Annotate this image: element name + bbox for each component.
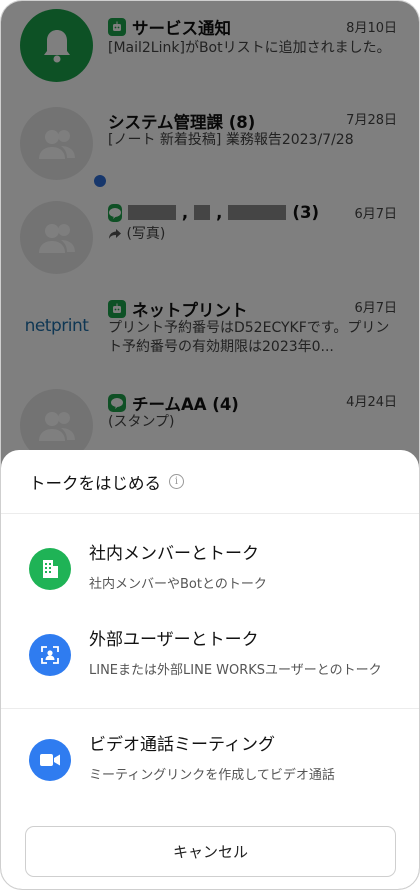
option-title: 外部ユーザーとトーク	[89, 630, 259, 650]
video-camera-icon	[29, 739, 71, 781]
start-talk-sheet: トークをはじめる i 社内メンバーとトーク 社内メンバーやBotとのトーク 外部…	[1, 450, 419, 889]
sheet-title: トークをはじめる	[29, 473, 161, 493]
building-icon	[29, 548, 71, 590]
option-internal-talk[interactable]: 社内メンバーとトーク 社内メンバーやBotとのトーク	[1, 518, 419, 604]
option-title: ビデオ通話ミーティング	[89, 735, 275, 755]
info-icon[interactable]: i	[169, 474, 184, 489]
option-title: 社内メンバーとトーク	[89, 544, 259, 564]
cancel-button[interactable]: キャンセル	[25, 826, 396, 877]
option-video-meeting[interactable]: ビデオ通話ミーティング ミーティングリンクを作成してビデオ通話	[1, 709, 419, 795]
option-external-talk[interactable]: 外部ユーザーとトーク LINEまたは外部LINE WORKSユーザーとのトーク	[1, 604, 419, 690]
phone-screen: サービス通知 8月10日 [Mail2Link]がBotリストに追加されました。…	[0, 0, 420, 890]
option-description: ミーティングリンクを作成してビデオ通話	[89, 768, 335, 783]
external-user-icon	[29, 634, 71, 676]
option-description: LINEまたは外部LINE WORKSユーザーとのトーク	[89, 663, 382, 678]
option-description: 社内メンバーやBotとのトーク	[89, 577, 267, 592]
